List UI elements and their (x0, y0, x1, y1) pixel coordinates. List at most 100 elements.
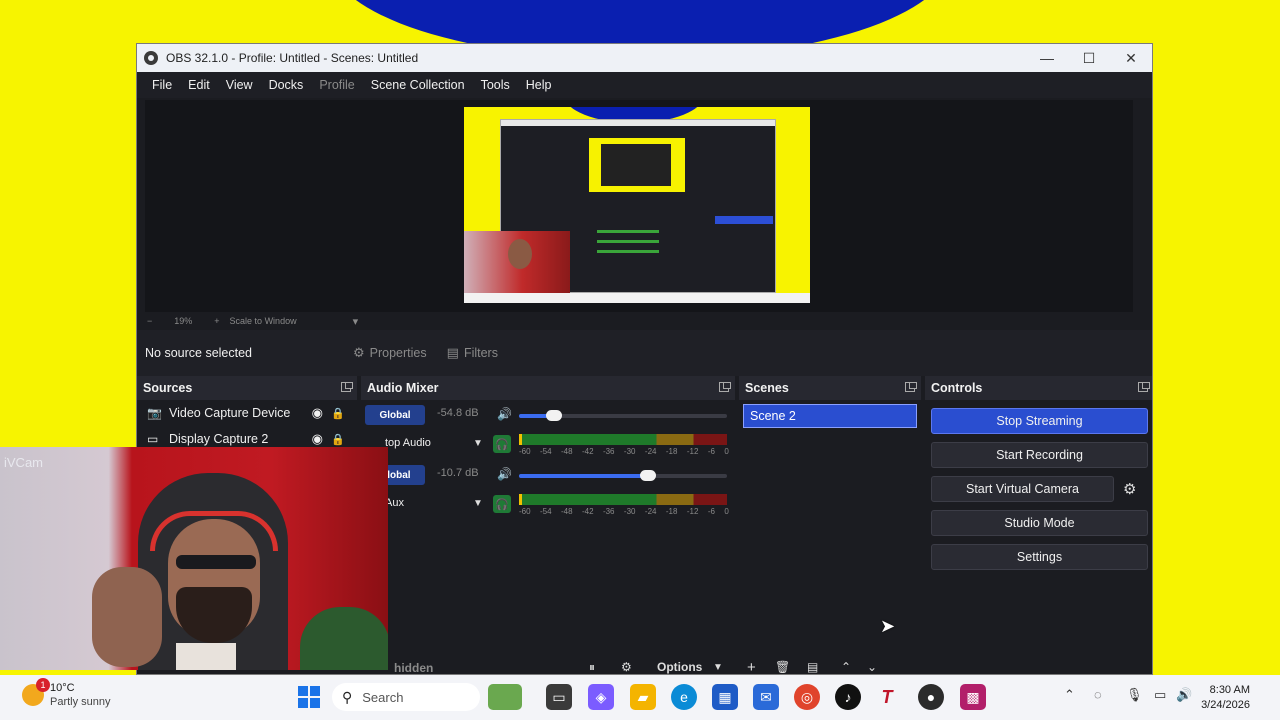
menu-scene-collection[interactable]: Scene Collection (363, 78, 473, 92)
show-hidden-icons-chevron-icon[interactable]: ⌃ (1064, 687, 1075, 703)
system-clock[interactable]: 8:30 AM 3/24/2026 (1201, 683, 1250, 713)
controls-dock: Controls Stop Streaming Start Recording … (925, 376, 1152, 674)
options-button[interactable]: Options (657, 660, 702, 674)
volume-slider[interactable] (519, 470, 727, 481)
preview-canvas[interactable] (464, 107, 810, 303)
menu-docks[interactable]: Docks (261, 78, 312, 92)
meter-ticks: -60 -54 -48 -42 -36 -30 -24 -18 -12 -6 0 (519, 447, 729, 456)
webcam-watermark: iVCam (4, 455, 44, 470)
start-windows-icon[interactable] (296, 684, 322, 710)
copilot-icon[interactable]: ◈ (588, 684, 614, 710)
close-button[interactable]: ✕ (1109, 44, 1152, 72)
properties-button[interactable]: ⚙ Properties (343, 339, 437, 367)
chrome-icon[interactable]: ◎ (794, 684, 820, 710)
start-virtual-camera-label: Start Virtual Camera (965, 482, 1079, 496)
task-view-icon[interactable]: ▭ (546, 684, 572, 710)
track-menu-caret-icon[interactable]: ▼ (473, 438, 483, 449)
volume-slider[interactable] (519, 410, 727, 421)
outlook-icon[interactable]: ✉ (753, 684, 779, 710)
taskbar: 1 10°C Partly sunny ⚲ Search ▭ ◈ ▰ e ▦ ✉… (0, 675, 1280, 720)
maximize-button[interactable]: ☐ (1067, 44, 1111, 72)
typing-app-icon[interactable]: T (874, 684, 900, 710)
network-icon[interactable]: ◌ (1094, 687, 1102, 702)
menu-bar: File Edit View Docks Profile Scene Colle… (137, 72, 1152, 98)
undock-icon[interactable] (905, 382, 917, 392)
menu-profile[interactable]: Profile (311, 78, 362, 92)
lock-icon[interactable]: 🔒 (331, 433, 345, 446)
tick: -60 (519, 447, 531, 456)
scenes-dock-footer: + 🗑 ▤ ⌃ ⌄ (739, 658, 921, 675)
options-caret-icon[interactable]: ▼ (713, 662, 723, 673)
lock-icon[interactable]: 🔒 (331, 407, 345, 420)
tiktok-icon[interactable]: ♪ (835, 684, 861, 710)
trash-icon[interactable]: 🗑 (775, 660, 790, 674)
obs-logo-icon (144, 51, 158, 65)
preview-meter (597, 230, 659, 233)
preview-nested-window (601, 144, 671, 186)
search-highlight-icon[interactable] (488, 684, 522, 710)
volume-knob[interactable] (546, 410, 563, 421)
track-db: -54.8 dB (437, 407, 479, 419)
speaker-icon[interactable]: 🔊 (497, 467, 512, 481)
menu-view[interactable]: View (218, 78, 261, 92)
scale-dropdown-icon[interactable]: ▾ (353, 315, 359, 328)
headphones-icon[interactable]: 🎧 (493, 435, 511, 453)
tick: -6 (707, 507, 715, 516)
undock-icon[interactable] (719, 382, 731, 392)
gear-icon: ⚙ (353, 345, 365, 360)
undock-icon[interactable] (1138, 382, 1150, 392)
visibility-eye-icon[interactable]: ◉ (312, 431, 323, 447)
webcam-shirt (176, 643, 236, 670)
weather-widget[interactable]: 1 10°C Partly sunny (22, 678, 111, 709)
speaker-icon[interactable]: 🔊 (497, 407, 512, 421)
scale-mode[interactable]: Scale to Window (230, 316, 297, 326)
tick: -30 (623, 447, 636, 456)
edge-browser-icon[interactable]: e (671, 684, 697, 710)
scene-item[interactable]: Scene 2 (743, 404, 917, 428)
filters-button[interactable]: ▤ Filters (437, 339, 508, 367)
add-scene-icon[interactable]: + (747, 659, 756, 675)
menu-file[interactable]: File (144, 78, 180, 92)
taskbar-search[interactable]: ⚲ Search (332, 683, 480, 711)
volume-icon[interactable]: 🔊 (1176, 687, 1192, 703)
move-down-icon[interactable]: ⌄ (867, 660, 877, 674)
webcam-overlay: iVCam (0, 447, 388, 670)
obs-taskbar-icon[interactable]: ● (918, 684, 944, 710)
visibility-eye-icon[interactable]: ◉ (312, 405, 323, 421)
start-recording-button[interactable]: Start Recording (931, 442, 1148, 468)
undock-icon[interactable] (341, 382, 353, 392)
microsoft-store-icon[interactable]: ▦ (712, 684, 738, 710)
minimize-button[interactable]: — (1025, 44, 1069, 72)
tick: -12 (686, 507, 699, 516)
move-up-icon[interactable]: ⌃ (841, 660, 851, 674)
scene-filters-icon[interactable]: ▤ (807, 660, 818, 674)
menu-edit[interactable]: Edit (180, 78, 218, 92)
monitor-icon[interactable]: ▭ (1154, 687, 1166, 703)
track-menu-caret-icon[interactable]: ▼ (473, 498, 483, 509)
app-icon[interactable]: ▩ (960, 684, 986, 710)
mixer-track-meter: top Audio ▼ 🎧 -60 -54 -48 -42 -36 -30 -24 -18 -1… (361, 430, 735, 460)
stop-streaming-button[interactable]: Stop Streaming (931, 408, 1148, 434)
mixer-track: Global -10.7 dB 🔊 (361, 460, 735, 490)
zoom-bar: − 19% + Scale to Window ▾ (137, 312, 1152, 330)
menu-help[interactable]: Help (518, 78, 560, 92)
file-explorer-icon[interactable]: ▰ (630, 684, 656, 710)
tick: -54 (539, 507, 552, 516)
headphones-icon[interactable]: 🎧 (493, 495, 511, 513)
mixer-gear-icon[interactable]: ⚙ (621, 660, 632, 674)
scenes-dock-header: Scenes (739, 376, 921, 400)
start-virtual-camera-button[interactable]: Start Virtual Camera (931, 476, 1114, 502)
zoom-in-button[interactable]: + (214, 316, 219, 326)
zoom-out-button[interactable]: − (147, 316, 152, 326)
studio-mode-button[interactable]: Studio Mode (931, 510, 1148, 536)
mixer-layout-icon[interactable]: ⏸ (589, 660, 595, 675)
menu-tools[interactable]: Tools (473, 78, 518, 92)
virtual-camera-gear-icon[interactable]: ⚙ (1123, 480, 1136, 498)
volume-knob[interactable] (639, 470, 656, 481)
track-db: -10.7 dB (437, 467, 479, 479)
settings-button[interactable]: Settings (931, 544, 1148, 570)
microphone-icon[interactable]: 🎙 (1126, 687, 1143, 703)
tick: -48 (560, 447, 573, 456)
weather-text: 10°C Partly sunny (50, 681, 111, 709)
source-item[interactable]: 📷 Video Capture Device ◉ 🔒 (137, 400, 357, 426)
